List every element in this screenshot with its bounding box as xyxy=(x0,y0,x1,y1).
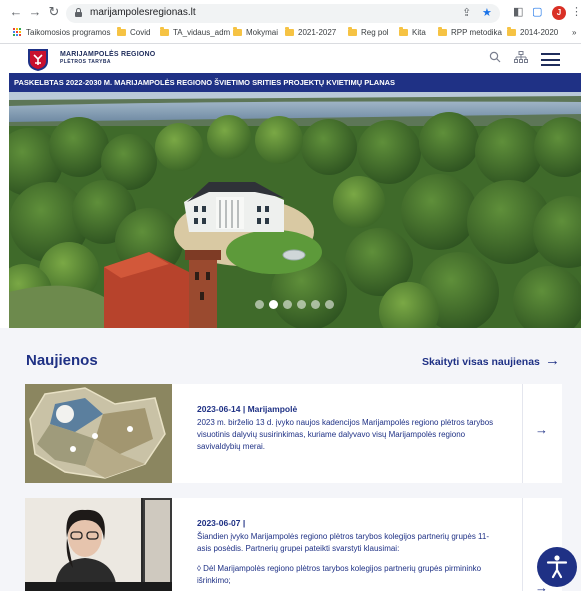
site-header: MARIJAMPOLĖS REGIONO PLĖTROS TARYBA xyxy=(0,45,581,73)
news-card-image[interactable] xyxy=(25,384,172,483)
menu-dots-icon[interactable]: ⋮ xyxy=(571,5,581,18)
bookmark-label: Taikomosios programos xyxy=(26,28,111,37)
news-heading: Naujienos xyxy=(26,352,98,369)
accessibility-icon xyxy=(546,555,568,579)
card-divider xyxy=(522,498,523,591)
sidebar-icon[interactable]: ◧ xyxy=(513,5,523,18)
video-call-photo xyxy=(25,498,172,591)
address-row: ← → ↻ marijampolesregionas.lt ⇪ ★ ◧ ▢ J … xyxy=(0,2,581,24)
news-excerpt-bullet[interactable]: ◊ Dėl Marijampolės regiono plėtros taryb… xyxy=(197,563,497,587)
news-card-body: 2023-06-07 | Šiandien įvyko Marijampolės… xyxy=(197,518,497,587)
bookmark-item[interactable]: Covid xyxy=(117,27,151,37)
news-excerpt[interactable]: Šiandien įvyko Marijampolės regiono plėt… xyxy=(197,531,497,555)
back-icon[interactable]: ← xyxy=(8,4,24,20)
sitemap-icon[interactable] xyxy=(514,51,528,64)
slider-dot[interactable] xyxy=(325,300,334,309)
folder-icon xyxy=(438,27,447,36)
star-icon[interactable]: ★ xyxy=(482,6,492,19)
address-bar[interactable]: marijampolesregionas.lt ⇪ ★ xyxy=(66,4,500,23)
news-excerpt[interactable]: 2023 m. birželio 13 d. įvyko naujos kade… xyxy=(197,417,497,453)
news-date: 2023-06-07 | xyxy=(197,518,246,528)
slider-dot[interactable] xyxy=(311,300,320,309)
site-brand[interactable]: MARIJAMPOLĖS REGIONO PLĖTROS TARYBA xyxy=(60,51,155,65)
extensions-icon[interactable]: ▢ xyxy=(532,5,542,18)
card-divider xyxy=(522,384,523,483)
slider-dots xyxy=(255,300,334,309)
more-bookmarks-icon[interactable]: » xyxy=(572,28,576,37)
profile-avatar[interactable]: J xyxy=(552,6,566,20)
reload-icon[interactable]: ↻ xyxy=(46,4,62,20)
slider-dot[interactable] xyxy=(255,300,264,309)
bookmark-label: RPP metodika xyxy=(451,28,502,37)
bookmark-item[interactable]: 2021-2027 xyxy=(285,27,337,37)
share-icon[interactable]: ⇪ xyxy=(462,6,471,19)
folder-icon xyxy=(348,27,357,36)
read-all-news-link[interactable]: Skaityti visas naujienas xyxy=(422,356,540,368)
news-arrow-icon[interactable]: → xyxy=(535,422,548,437)
bookmark-label: Mokymai xyxy=(246,28,279,37)
news-card-body: 2023-06-14 | Marijampolė 2023 m. birželi… xyxy=(197,404,497,453)
bookmark-label: Covid xyxy=(130,28,151,37)
search-icon[interactable] xyxy=(489,51,501,63)
region-map-image xyxy=(25,384,172,483)
hero-image xyxy=(9,92,581,328)
slider-dot[interactable] xyxy=(297,300,306,309)
bookmark-item[interactable]: Taikomosios programos xyxy=(13,28,110,37)
news-date: 2023-06-14 | Marijampolė xyxy=(197,404,298,414)
news-card[interactable]: 2023-06-07 | Šiandien įvyko Marijampolės… xyxy=(25,498,562,591)
bookmark-label: TA_vidaus_adm xyxy=(173,28,231,37)
slider-dot[interactable] xyxy=(283,300,292,309)
folder-icon xyxy=(117,27,126,36)
lock-icon[interactable] xyxy=(75,8,82,17)
announcement-bar[interactable]: PASKELBTAS 2022-2030 M. MARIJAMPOLĖS REG… xyxy=(9,73,581,92)
browser-chrome: ← → ↻ marijampolesregionas.lt ⇪ ★ ◧ ▢ J … xyxy=(0,0,581,44)
news-card[interactable]: 2023-06-14 | Marijampolė 2023 m. birželi… xyxy=(25,384,562,483)
accessibility-button[interactable] xyxy=(537,547,577,587)
url-text[interactable]: marijampolesregionas.lt xyxy=(90,7,196,18)
bookmark-label: Kita xyxy=(412,28,426,37)
news-card-image[interactable] xyxy=(25,498,172,591)
bookmark-label: 2021-2027 xyxy=(298,28,337,37)
read-all-arrow-icon[interactable]: → xyxy=(545,352,560,369)
bookmark-item[interactable]: RPP metodika xyxy=(438,27,502,37)
brand-line-1: MARIJAMPOLĖS REGIONO xyxy=(60,51,156,58)
bookmark-label: 2014-2020 xyxy=(520,28,559,37)
apps-grid-icon xyxy=(13,28,22,37)
bookmark-item[interactable]: Mokymai xyxy=(233,27,279,37)
brand-line-2: PLĖTROS TARYBA xyxy=(60,59,111,65)
forward-icon[interactable]: → xyxy=(27,4,43,20)
slider-dot[interactable] xyxy=(269,300,278,309)
bookmarks-bar: Taikomosios programos Covid TA_vidaus_adm M… xyxy=(0,25,581,43)
news-section: Naujienos Skaityti visas naujienas → 202… xyxy=(0,328,581,591)
bookmark-label: Reg pol xyxy=(361,28,389,37)
folder-icon xyxy=(507,27,516,36)
hero-slider[interactable] xyxy=(9,92,581,328)
folder-icon xyxy=(233,27,242,36)
folder-icon xyxy=(399,27,408,36)
folder-icon xyxy=(160,27,169,36)
hamburger-menu-icon[interactable] xyxy=(541,53,560,66)
bookmark-item[interactable]: TA_vidaus_adm xyxy=(160,27,231,37)
bookmark-item[interactable]: Kita xyxy=(399,27,426,37)
coat-of-arms-icon[interactable] xyxy=(27,48,49,72)
bookmark-item[interactable]: 2014-2020 xyxy=(507,27,559,37)
bookmark-item[interactable]: Reg pol xyxy=(348,27,389,37)
folder-icon xyxy=(285,27,294,36)
